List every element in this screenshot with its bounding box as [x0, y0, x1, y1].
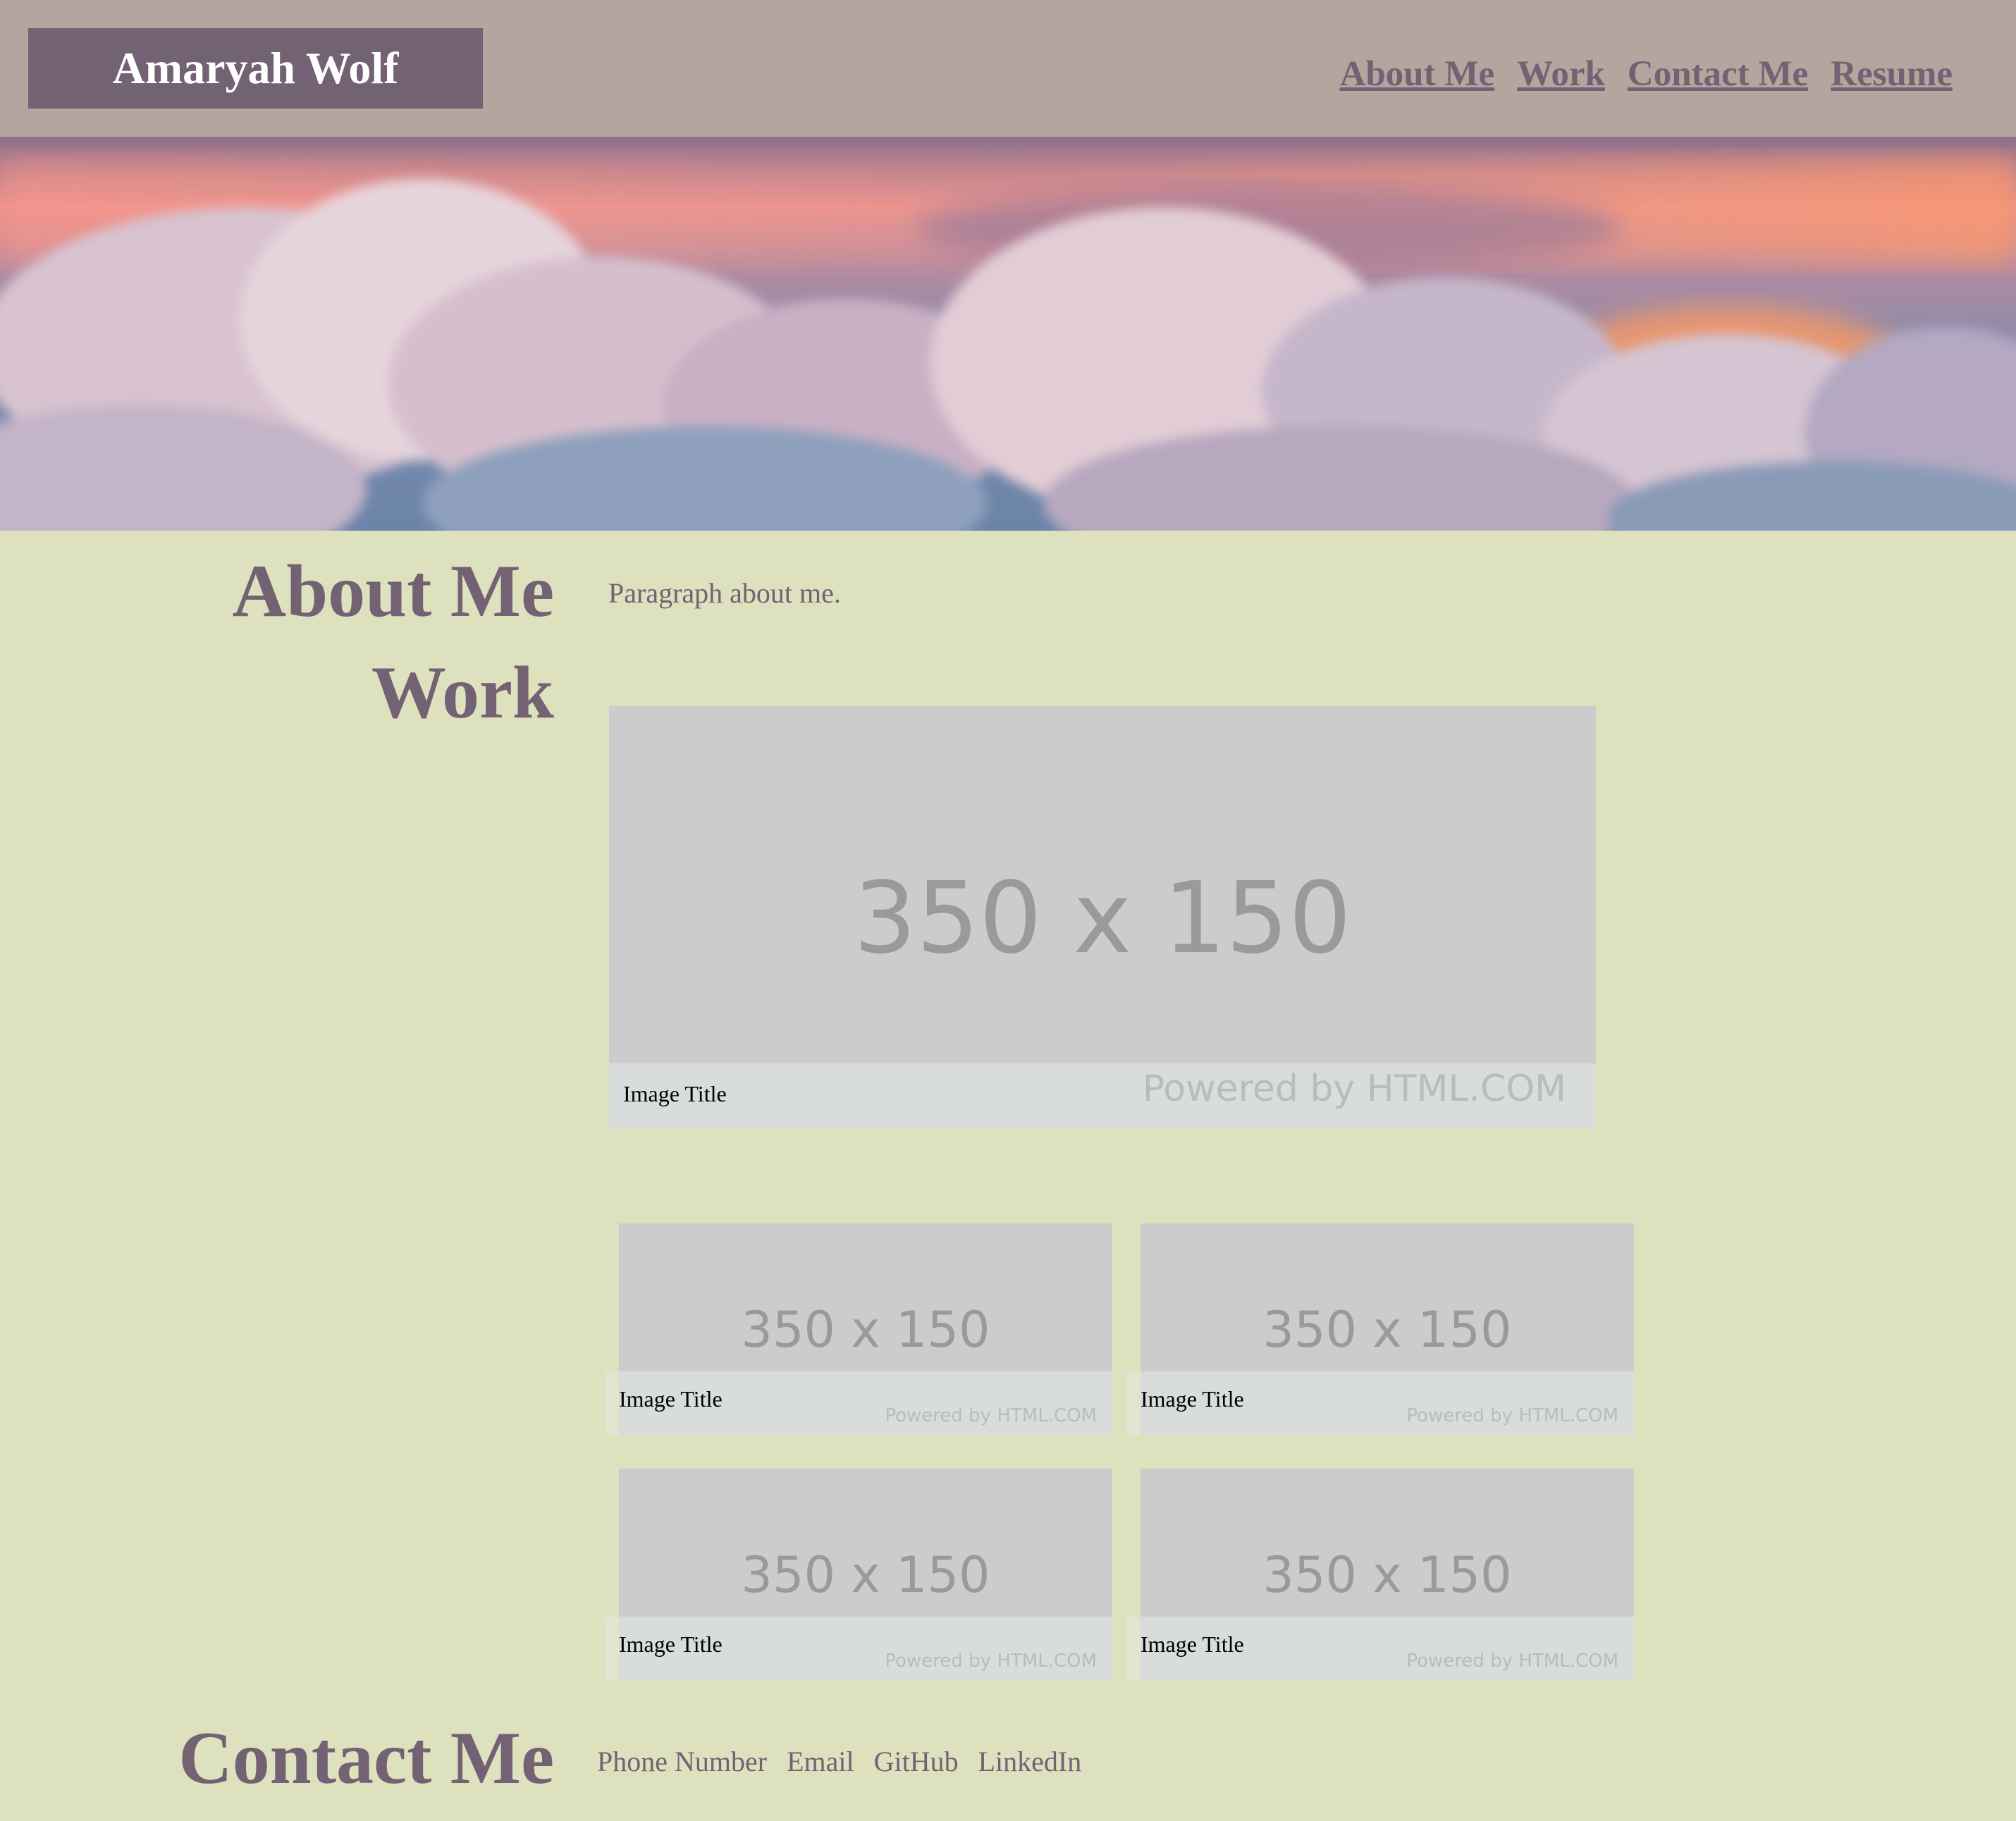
placeholder-label: 350 x 150	[853, 861, 1352, 976]
nav-link-resume[interactable]: Resume	[1831, 54, 1953, 94]
card-caption: Image Title	[619, 1386, 723, 1412]
powered-by-label: Powered by HTML.COM	[885, 1405, 1097, 1426]
powered-by-label: Powered by HTML.COM	[1142, 1068, 1566, 1110]
work-card[interactable]: 350 x 150 Image Title Powered by HTML.CO…	[619, 1223, 1112, 1435]
nav-link-work[interactable]: Work	[1517, 54, 1605, 94]
powered-by-label: Powered by HTML.COM	[885, 1650, 1097, 1672]
powered-by-label: Powered by HTML.COM	[1406, 1650, 1618, 1672]
main-nav: About Me Work Contact Me Resume	[1340, 54, 1953, 94]
featured-work-card[interactable]: 350 x 150 Image Title Powered by HTML.CO…	[609, 706, 1596, 1128]
placeholder-label: 350 x 150	[1262, 1301, 1512, 1359]
card-caption: Image Title	[623, 1081, 727, 1106]
nav-link-about[interactable]: About Me	[1340, 54, 1495, 94]
placeholder-label: 350 x 150	[1262, 1546, 1512, 1604]
about-paragraph: Paragraph about me.	[608, 577, 841, 609]
contact-links: Phone Number Email GitHub LinkedIn	[597, 1745, 1081, 1778]
card-caption: Image Title	[619, 1631, 723, 1657]
about-title: About Me	[232, 550, 554, 632]
contact-link-github[interactable]: GitHub	[874, 1745, 959, 1778]
work-card[interactable]: 350 x 150 Image Title Powered by HTML.CO…	[1141, 1469, 1634, 1680]
hero-clouds-image	[0, 137, 2016, 531]
contact-link-linkedin[interactable]: LinkedIn	[978, 1745, 1082, 1778]
work-title: Work	[371, 651, 554, 734]
site-header: Amaryah Wolf About Me Work Contact Me Re…	[0, 0, 2016, 137]
placeholder-label: 350 x 150	[741, 1301, 990, 1359]
caption-overhang	[1126, 1617, 1141, 1680]
caption-overhang	[1126, 1371, 1141, 1435]
caption-overhang	[605, 1371, 619, 1435]
card-caption: Image Title	[1141, 1386, 1244, 1412]
powered-by-label: Powered by HTML.COM	[1406, 1405, 1618, 1426]
site-brand[interactable]: Amaryah Wolf	[28, 28, 483, 109]
card-caption: Image Title	[1141, 1631, 1244, 1657]
placeholder-label: 350 x 150	[741, 1546, 990, 1604]
contact-link-phone[interactable]: Phone Number	[597, 1745, 767, 1778]
contact-link-email[interactable]: Email	[787, 1745, 854, 1778]
contact-title: Contact Me	[178, 1717, 554, 1799]
work-card[interactable]: 350 x 150 Image Title Powered by HTML.CO…	[1141, 1223, 1634, 1435]
caption-overhang	[605, 1617, 619, 1680]
work-card[interactable]: 350 x 150 Image Title Powered by HTML.CO…	[619, 1469, 1112, 1680]
nav-link-contact[interactable]: Contact Me	[1628, 54, 1808, 94]
hero-banner	[0, 137, 2016, 531]
